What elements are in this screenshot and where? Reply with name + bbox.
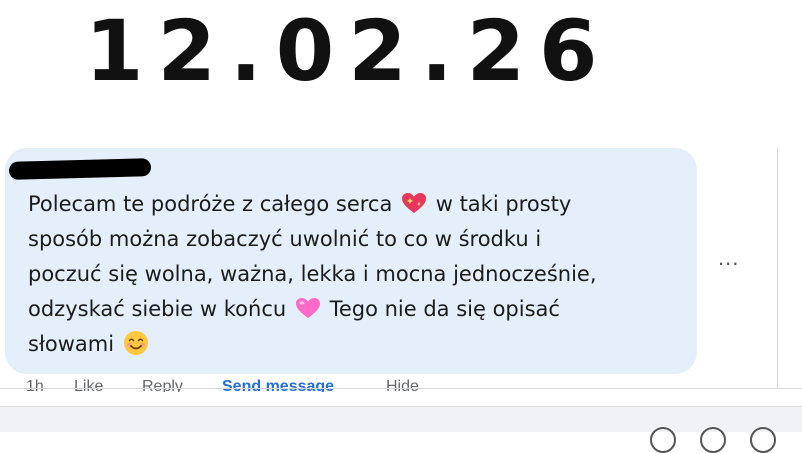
reply-button[interactable]: Reply	[142, 378, 183, 392]
comment-bubble: A Polecam te podróże z całego serca w ta…	[5, 148, 697, 374]
divider	[0, 388, 802, 389]
comment-line-text: słowami	[28, 332, 115, 356]
like-button[interactable]: Like	[74, 378, 103, 392]
pink-heart-icon	[295, 298, 320, 318]
comment-line: poczuć się wolna, ważna, lekka i mocna j…	[28, 262, 597, 286]
comment-line-text: w taki prosty	[435, 192, 572, 216]
comment-input-bar[interactable]	[0, 406, 802, 453]
comment-line: sposób można zobaczyć uwolnić to co w śr…	[28, 227, 542, 251]
scroll-divider	[777, 148, 778, 388]
time-label: 1h	[26, 378, 44, 392]
comment-line-text: Tego nie da się opisać	[329, 297, 560, 321]
comment-line: słowami	[28, 327, 688, 362]
smiling-face-icon	[123, 331, 148, 355]
comment-text: Polecam te podróże z całego serca w taki…	[28, 187, 688, 362]
comment-line-text: odzyskać siebie w końcu	[28, 297, 287, 321]
comment-line-text: Polecam te podróże z całego serca	[28, 192, 393, 216]
more-options-button[interactable]: ...	[718, 247, 739, 269]
author-redaction	[8, 158, 152, 180]
comment-line: odzyskać siebie w końcu Tego nie da się …	[28, 292, 688, 327]
send-message-button[interactable]: Send message	[222, 378, 334, 392]
hide-button[interactable]: Hide	[386, 378, 419, 392]
handwritten-date: 12.02.26	[85, 2, 612, 100]
comment-actions: 1h Like Reply Send message Hide	[26, 378, 486, 392]
comment-line: Polecam te podróże z całego serca w taki…	[28, 187, 688, 222]
sparkling-heart-icon	[402, 193, 427, 213]
